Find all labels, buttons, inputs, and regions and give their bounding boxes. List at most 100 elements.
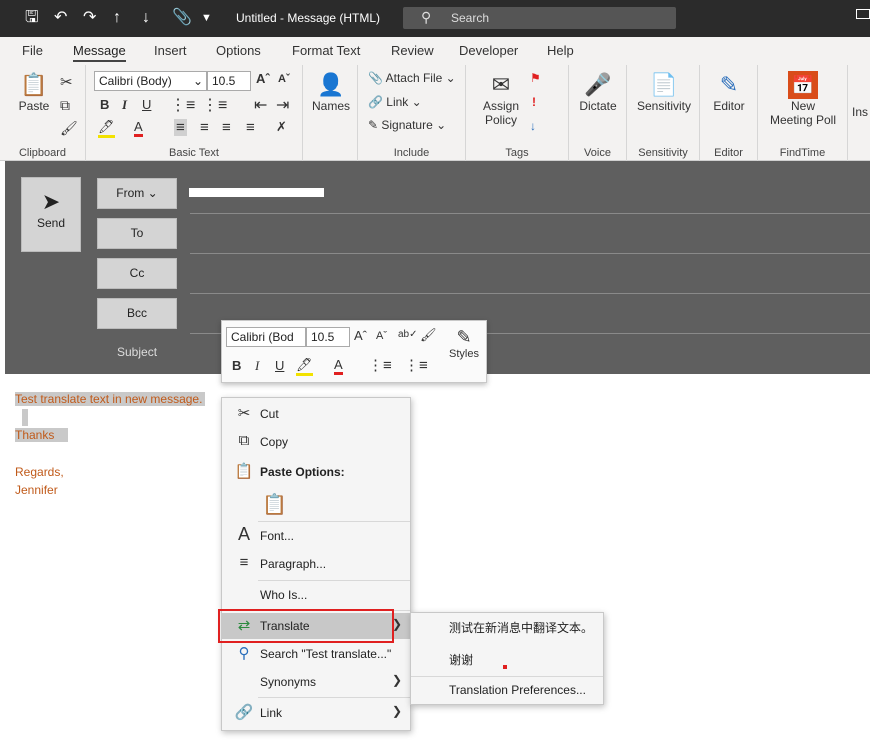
names-button[interactable]: 👤 Names (309, 71, 353, 113)
bold-icon[interactable]: B (100, 97, 109, 112)
flag-icon[interactable]: ⚑ (530, 71, 541, 85)
tab-file[interactable]: File (22, 43, 43, 58)
tab-options[interactable]: Options (216, 43, 261, 58)
font-size-combo[interactable]: 10.5 (207, 71, 251, 91)
menu-item-search[interactable]: ⚲ Search "Test translate..." (222, 641, 410, 667)
mini-bold-icon[interactable]: B (232, 358, 241, 373)
font-color-icon[interactable]: A (134, 119, 143, 137)
undo-icon[interactable]: ↶ (54, 9, 67, 27)
underline-icon[interactable]: U (142, 97, 151, 112)
decrease-indent-icon[interactable]: ⇤ (254, 95, 267, 115)
mini-shrink-font-icon[interactable]: Aˇ (376, 330, 387, 342)
align-right-icon[interactable]: ≡ (222, 119, 231, 136)
attach-icon[interactable]: 📎 (172, 9, 192, 27)
mini-numbering-icon[interactable]: ⋮≡ (404, 356, 428, 374)
mini-underline-icon[interactable]: U (275, 358, 284, 373)
bullets-icon[interactable]: ⋮≡ (170, 95, 195, 115)
down-icon[interactable]: ↓ (142, 9, 150, 27)
attach-file-button[interactable]: 📎 Attach File ⌄ (368, 71, 456, 85)
paragraph-icon: ≡ (239, 554, 249, 571)
insights-button[interactable]: Ins (852, 105, 868, 119)
paste-button[interactable]: 📋 Paste (12, 71, 56, 113)
mini-grow-font-icon[interactable]: Aˆ (354, 328, 367, 343)
policy-icon: ✉ (491, 72, 511, 97)
body-line-1[interactable]: Test translate text in new message. (15, 392, 206, 406)
translation-result-2[interactable]: 谢谢 (449, 651, 473, 668)
translation-preferences[interactable]: Translation Preferences... (449, 683, 586, 697)
mini-clear-icon[interactable]: ab✓ (398, 329, 418, 340)
mini-font-color-icon[interactable]: A (334, 357, 343, 375)
group-findtime: 📅 New Meeting Poll FindTime (758, 65, 848, 161)
chevron-down-icon: ⌄ (192, 74, 203, 88)
tags-group-label: Tags (505, 147, 529, 159)
mini-size-combo[interactable]: 10.5 (306, 327, 350, 347)
low-importance-icon[interactable]: ↓ (530, 119, 536, 133)
tab-format-text[interactable]: Format Text (292, 43, 360, 58)
translation-result-1[interactable]: 测试在新消息中翻译文本。 (449, 619, 593, 636)
menu-item-synonyms[interactable]: Synonyms ❯ (222, 669, 410, 695)
mini-styles-button[interactable]: ✎ Styles (444, 327, 484, 360)
bcc-button[interactable]: Bcc (97, 298, 177, 329)
menu-item-cut[interactable]: ✂ Cut (222, 401, 410, 427)
to-input[interactable] (190, 253, 870, 254)
body-line-2[interactable]: Thanks (15, 428, 69, 442)
paste-keep-text-option[interactable]: 📋 (222, 487, 410, 521)
ribbon-tabs: File Message Insert Options Format Text … (0, 37, 870, 65)
grow-font-icon[interactable]: Aˆ (256, 71, 270, 86)
editor-button[interactable]: ✎ Editor (706, 71, 752, 113)
redo-icon[interactable]: ↷ (83, 9, 96, 27)
signature-button[interactable]: ✎ Signature ⌄ (368, 118, 446, 132)
from-line (190, 213, 870, 214)
tab-insert[interactable]: Insert (154, 43, 187, 58)
body-line-4[interactable]: Jennifer (15, 483, 58, 497)
cc-input[interactable] (190, 293, 870, 294)
mini-bullets-icon[interactable]: ⋮≡ (368, 356, 392, 374)
tab-review[interactable]: Review (391, 43, 434, 58)
highlight-icon[interactable]: 🖊 (98, 119, 115, 138)
align-center-icon[interactable]: ≡ (200, 119, 209, 136)
insights-label: Ins (852, 105, 869, 119)
new-meeting-poll-button[interactable]: 📅 New Meeting Poll (764, 71, 842, 127)
policy-label: Policy (484, 113, 517, 127)
cc-button[interactable]: Cc (97, 258, 177, 289)
shrink-font-icon[interactable]: Aˇ (278, 73, 290, 85)
to-button[interactable]: To (97, 218, 177, 249)
justify-icon[interactable]: ≡ (246, 119, 255, 136)
dictate-button[interactable]: 🎤 Dictate (575, 71, 621, 113)
search-box[interactable]: ⚲ Search (403, 7, 676, 29)
mini-font-combo[interactable]: Calibri (Bod (226, 327, 306, 347)
send-button[interactable]: ➤ Send (21, 177, 81, 252)
from-button[interactable]: From ⌄ (97, 178, 177, 209)
link-button[interactable]: 🔗 Link ⌄ (368, 95, 422, 109)
menu-item-paragraph[interactable]: ≡ Paragraph... (222, 551, 410, 577)
restore-icon[interactable] (856, 9, 870, 19)
assign-policy-button[interactable]: ✉ Assign Policy (476, 71, 526, 127)
cut-icon[interactable]: ✂ (60, 73, 73, 91)
mini-highlight-icon[interactable]: 🖊 (296, 357, 313, 376)
up-icon[interactable]: ↑ (113, 9, 121, 27)
clear-formatting-icon[interactable]: ✗ (276, 119, 287, 135)
italic-icon[interactable]: I (122, 97, 127, 113)
menu-item-font[interactable]: A Font... (222, 523, 410, 549)
attach-file-label: Attach File (385, 71, 443, 85)
dictate-label: Dictate (579, 99, 617, 113)
tab-help[interactable]: Help (547, 43, 574, 58)
menu-item-copy[interactable]: ⧉ Copy (222, 429, 410, 455)
mini-format-painter-icon[interactable]: 🖌 (420, 327, 437, 343)
save-icon[interactable]: 🖫 (25, 9, 39, 27)
body-line-3[interactable]: Regards, (15, 465, 64, 479)
align-left-icon[interactable]: ≡ (174, 119, 187, 136)
copy-icon[interactable]: ⧉ (60, 97, 70, 114)
mini-italic-icon[interactable]: I (255, 358, 259, 374)
format-painter-icon[interactable]: 🖌 (60, 120, 78, 137)
high-importance-icon[interactable]: ! (532, 95, 536, 109)
font-name-combo[interactable]: Calibri (Body) ⌄ (94, 71, 207, 91)
sensitivity-button[interactable]: 📄 Sensitivity (631, 71, 697, 113)
customize-icon[interactable]: ▼ (201, 9, 212, 27)
tab-developer[interactable]: Developer (459, 43, 518, 58)
menu-item-who-is[interactable]: Who Is... (222, 582, 410, 608)
tab-message[interactable]: Message (73, 43, 126, 62)
numbering-icon[interactable]: ⋮≡ (202, 95, 227, 115)
menu-item-link[interactable]: 🔗 Link ❯ (222, 700, 410, 726)
increase-indent-icon[interactable]: ⇥ (276, 95, 289, 115)
